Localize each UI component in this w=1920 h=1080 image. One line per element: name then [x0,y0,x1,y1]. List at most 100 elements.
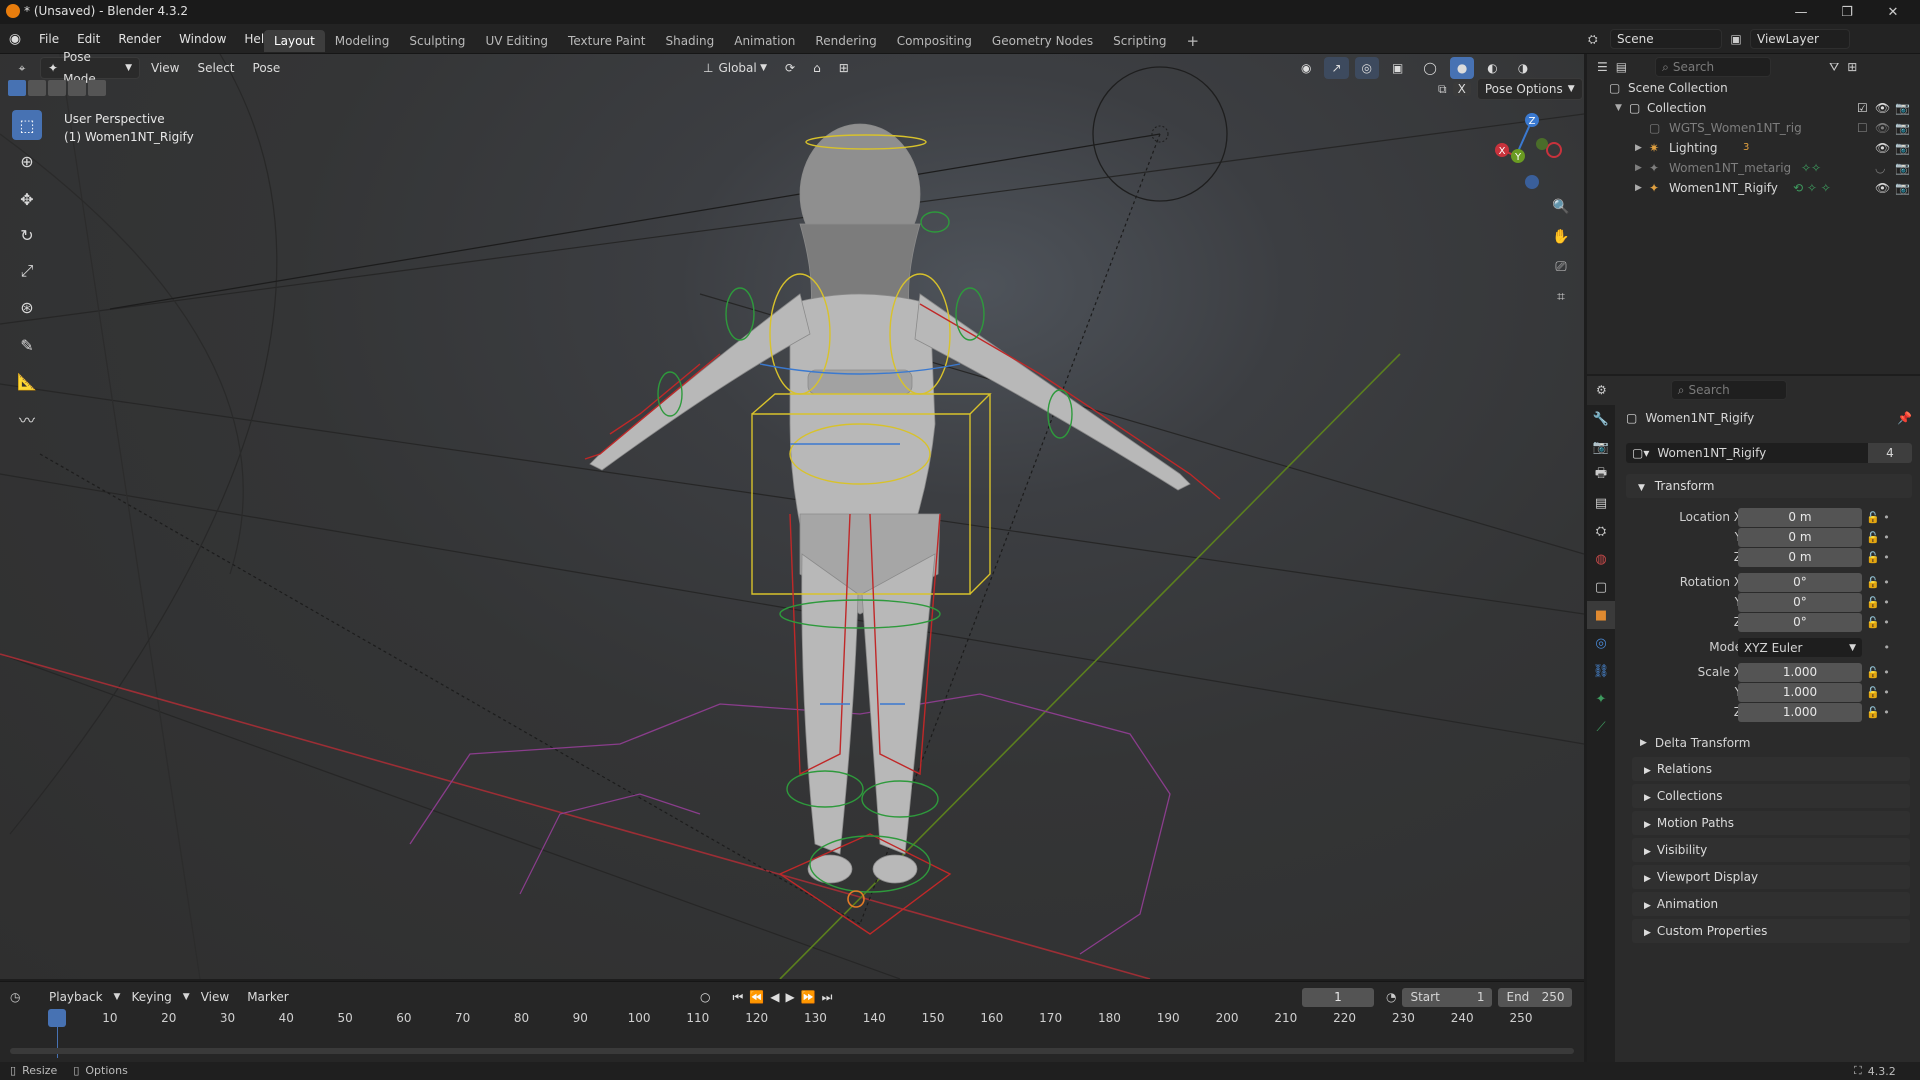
tab-compositing[interactable]: Compositing [887,30,982,52]
exclude-checkbox[interactable]: ☐ [1857,118,1868,138]
annotate-tool-icon[interactable]: ✎ [12,330,42,360]
frame-ruler[interactable]: 1102030405060708090100110120130140150160… [0,1008,1584,1028]
rotation-x-field[interactable]: 0° [1738,573,1862,592]
close-button[interactable]: ✕ [1870,0,1916,24]
camera-view-icon[interactable]: ⎚ [1548,254,1574,280]
lock-icon[interactable]: 🔓 • [1866,573,1906,593]
navigation-gizmo[interactable]: Z X Y [1490,110,1570,200]
play-reverse-icon[interactable]: ◀ [770,990,779,1004]
transform-panel-header[interactable]: ▼ Transform [1626,474,1912,498]
modifier-tab-icon[interactable]: ◎ [1587,629,1615,657]
location-x-field[interactable]: 0 m [1738,508,1862,527]
gizmo-toggle-icon[interactable]: ↗ [1324,57,1349,79]
snap-target-icon[interactable]: ⊞ [832,57,856,79]
tab-texture-paint[interactable]: Texture Paint [558,30,655,52]
end-frame-field[interactable]: End 250 [1498,987,1573,1007]
jump-keyframe-forward-icon[interactable]: ⏩ [801,990,816,1004]
rendered-shading-icon[interactable]: ◑ [1511,57,1535,79]
select-extend-icon[interactable] [28,80,46,96]
lock-icon[interactable]: 🔓 • [1866,703,1906,723]
outliner-row-wgts[interactable]: ▢ WGTS_Women1NT_rig ☐ 👁 📷 [1587,118,1920,138]
camera-icon[interactable]: 📷 [1895,118,1910,138]
cursor-tool-icon[interactable]: ⊕ [12,146,42,176]
minimize-button[interactable]: — [1778,0,1824,24]
view-layer-tab-icon[interactable]: ▤ [1587,489,1615,517]
solid-shading-icon[interactable]: ● [1449,57,1475,79]
snap-icon[interactable]: ⌂ [806,57,828,79]
properties-search[interactable]: ⌕ Search [1670,380,1787,400]
camera-icon[interactable]: 📷 [1895,98,1910,118]
lock-icon[interactable]: 🔓 • [1866,663,1906,683]
custom-properties-panel-header[interactable]: ▶ Custom Properties [1632,919,1910,943]
outliner-row-rigify[interactable]: ▶ ✦ Women1NT_Rigify ⟲ ✧ ✧ 👁 📷 [1587,178,1920,198]
tab-scripting[interactable]: Scripting [1103,30,1176,52]
motion-paths-panel-header[interactable]: ▶ Motion Paths [1632,811,1910,835]
zoom-icon[interactable]: 🔍 [1548,194,1574,220]
object-tab-icon[interactable]: ■ [1587,601,1615,629]
maximize-button[interactable]: ❐ [1824,0,1870,24]
eye-hidden-icon[interactable]: ◡ [1875,158,1885,178]
user-count[interactable]: 4 [1868,443,1912,463]
outliner-row-lighting[interactable]: ▶ ✷ Lighting 3 👁 📷 [1587,138,1920,158]
object-datablock[interactable]: ▢▾ Women1NT_Rigify 4 [1626,443,1912,463]
delta-transform-subpanel[interactable]: ▶ Delta Transform [1640,733,1910,753]
outliner-scene-collection[interactable]: ▢ Scene Collection [1587,78,1920,98]
select-new-icon[interactable] [8,80,26,96]
symmetry-icon[interactable]: ⧉ [1438,82,1447,97]
new-collection-icon[interactable]: ⊞ [1847,60,1857,74]
location-z-field[interactable]: 0 m [1738,548,1862,567]
constraints-tab-icon[interactable]: ⛓ [1587,657,1615,685]
scale-x-field[interactable]: 1.000 [1738,663,1862,682]
eye-icon[interactable]: 👁 [1875,118,1890,138]
lock-icon[interactable]: 🔓 • [1866,613,1906,633]
camera-icon[interactable]: 📷 [1895,138,1910,158]
blender-menu-icon[interactable]: ◉ [0,31,30,47]
menu-keying[interactable]: Keying [124,986,178,1008]
menu-marker[interactable]: Marker [240,986,295,1008]
scene-tab-icon[interactable]: ⛭ [1587,517,1615,545]
viewport-display-panel-header[interactable]: ▶ Viewport Display [1632,865,1910,889]
add-workspace-button[interactable]: + [1177,30,1210,52]
tab-shading[interactable]: Shading [655,30,724,52]
relax-tool-icon[interactable]: 〰 [12,404,42,434]
world-tab-icon[interactable]: ◍ [1587,545,1615,573]
x-mirror-toggle[interactable]: X [1452,82,1471,96]
transform-orientation-selector[interactable]: ⊥ Global ▼ [696,57,774,79]
eye-icon[interactable]: 👁 [1875,98,1890,118]
tab-sculpting[interactable]: Sculpting [399,30,475,52]
tab-geometry-nodes[interactable]: Geometry Nodes [982,30,1103,52]
xray-toggle-icon[interactable]: ▣ [1385,57,1410,79]
pose-options-dropdown[interactable]: Pose Options ▼ [1476,78,1583,100]
scale-z-field[interactable]: 1.000 [1738,703,1862,722]
tab-uv-editing[interactable]: UV Editing [475,30,558,52]
outliner-editor-icon[interactable]: ☰ [1597,60,1608,74]
select-subtract-icon[interactable] [48,80,66,96]
properties-editor-icon[interactable]: ⚙ [1596,383,1607,397]
3d-viewport[interactable] [0,54,1584,979]
camera-icon[interactable]: 📷 [1895,178,1910,198]
mode-selector[interactable]: ✦ Pose Mode ▼ [40,50,140,86]
view-layer-selector[interactable]: ViewLayer [1750,29,1850,49]
menu-window[interactable]: Window [170,24,235,54]
pan-hand-icon[interactable]: ✋ [1548,224,1574,250]
collections-panel-header[interactable]: ▶ Collections [1632,784,1910,808]
render-tab-icon[interactable]: 📷 [1587,433,1615,461]
rotation-mode-dropdown[interactable]: XYZ Euler ▼ [1738,638,1862,657]
animation-panel-header[interactable]: ▶ Animation [1632,892,1910,916]
overlay-toggle-icon[interactable]: ◎ [1354,57,1380,79]
outliner-row-collection[interactable]: ▼ ▢ Collection ☑ 👁 📷 [1587,98,1920,118]
jump-keyframe-back-icon[interactable]: ⏪ [749,990,764,1004]
tab-animation[interactable]: Animation [724,30,805,52]
rotation-y-field[interactable]: 0° [1738,593,1862,612]
output-tab-icon[interactable]: 🖶 [1587,461,1615,489]
armature-data-tab-icon[interactable]: ✦ [1587,685,1615,713]
menu-pose[interactable]: Pose [246,57,288,79]
start-frame-field[interactable]: Start 1 [1402,987,1493,1007]
outliner-search[interactable]: ⌕ Search [1655,57,1772,77]
location-y-field[interactable]: 0 m [1738,528,1862,547]
editor-type-icon[interactable]: ⌖ [8,61,36,76]
chevron-down-icon[interactable]: ▼ [1615,98,1622,118]
tab-modeling[interactable]: Modeling [325,30,400,52]
select-intersect-icon[interactable] [88,80,106,96]
bone-tab-icon[interactable]: ⟋ [1587,713,1615,741]
